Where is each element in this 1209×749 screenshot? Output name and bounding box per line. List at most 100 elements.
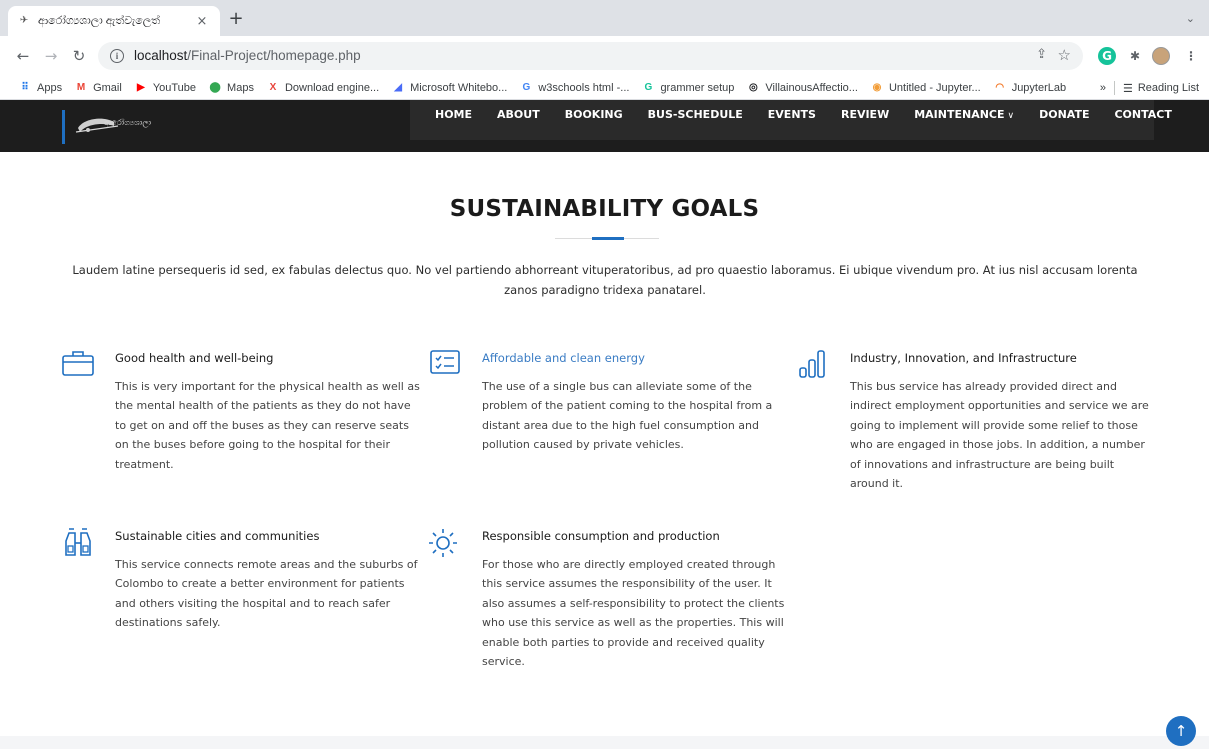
url-host: localhost	[134, 48, 188, 63]
whiteboard-icon: ◢	[394, 81, 402, 93]
goal-item: Responsible consumption and production F…	[429, 527, 789, 687]
nav-booking[interactable]: BOOKING	[565, 108, 623, 121]
browser-menu-icon[interactable]: ⋮	[1182, 47, 1200, 65]
bookmark-item[interactable]: ⬤ Maps	[208, 81, 254, 95]
gmail-icon: M	[76, 81, 86, 93]
bookmarks-overflow-button[interactable]: »	[1100, 82, 1106, 94]
bar-chart-icon	[799, 350, 825, 378]
profile-avatar[interactable]	[1152, 47, 1170, 65]
nav-contact[interactable]: CONTACT	[1114, 108, 1171, 121]
x-icon: X	[269, 81, 277, 93]
goal-item: Industry, Innovation, and Infrastructure…	[797, 349, 1157, 509]
reading-list-label[interactable]: Reading List	[1138, 82, 1199, 94]
bookmark-label: VillainousAffectio...	[765, 81, 858, 94]
nav-label: BOOKING	[564, 108, 623, 121]
site-header: ආරෝග්‍යශාලා HOME ABOUT BOOKING BUS-SCHEDULE…	[0, 100, 1209, 152]
goal-description: The use of a single bus can alleviate so…	[482, 380, 773, 452]
bookmark-item[interactable]: X Download engine...	[266, 81, 380, 95]
nav-donate[interactable]: DONATE	[1039, 108, 1089, 121]
bookmarks-separator	[1113, 81, 1115, 95]
logo-accent-bar	[62, 110, 65, 144]
section-title: SUSTAINABILITY GOALS	[449, 196, 760, 222]
bookmark-label: JupyterLab	[1011, 81, 1067, 94]
main-nav: HOME ABOUT BOOKING BUS-SCHEDULE EVENTS REVIEW…	[410, 108, 1172, 121]
goal-title: Industry, Innovation, and Infrastructure	[850, 351, 1077, 365]
nav-label: DONATE	[1039, 108, 1090, 121]
maps-pin-icon: ⬤	[209, 81, 221, 93]
goal-title[interactable]: Affordable and clean energy	[482, 351, 645, 365]
back-arrow-icon[interactable]: ←	[14, 47, 32, 65]
bookmark-item[interactable]: ◢ Microsoft Whitebo...	[391, 81, 507, 95]
bookmark-label: Gmail	[93, 81, 122, 94]
nav-label: EVENTS	[767, 108, 816, 121]
goal-description: For those who are directly employed crea…	[482, 558, 785, 669]
nav-label: MAINTENANCE	[914, 108, 1005, 121]
bookmark-label: YouTube	[152, 81, 197, 94]
grammarly-extension-icon[interactable]: G	[1098, 47, 1116, 65]
tab-title: ආරෝග්‍යශාලා ඇත්වැලෙත්	[38, 14, 161, 27]
bookmark-item[interactable]: ⠿ Apps	[18, 81, 62, 95]
bookmarks-right: » ☰ Reading List	[1100, 81, 1199, 95]
bookmark-label: Microsoft Whitebo...	[410, 81, 508, 94]
goal-description: This is very important for the physical …	[115, 380, 420, 471]
bookmark-item[interactable]: Gw3schools html -...	[519, 81, 629, 95]
binoculars-icon	[65, 528, 91, 556]
nav-events[interactable]: EVENTS	[768, 108, 816, 121]
reload-icon[interactable]: ↻	[70, 47, 88, 65]
tab-close-icon[interactable]: ×	[194, 14, 210, 29]
goal-title: Sustainable cities and communities	[115, 529, 320, 543]
goal-item: Sustainable cities and communities This …	[62, 527, 422, 647]
back-to-top-button[interactable]: ↑	[1166, 716, 1196, 746]
title-accent-line	[592, 237, 624, 240]
bookmarks-bar: ⠿ Apps M Gmail ▶ YouTube ⬤ Maps X Download engine…	[0, 76, 1209, 100]
nav-label: CONTACT	[1114, 108, 1172, 121]
section-intro: Laudem latine persequeris id sed, ex fab…	[72, 263, 1138, 297]
bookmark-label: Maps	[227, 81, 254, 94]
bookmark-item[interactable]: ▶ YouTube	[134, 81, 196, 95]
site-favicon-icon: ✈	[19, 15, 29, 26]
sun-icon	[429, 529, 457, 557]
address-bar[interactable]: i localhost/Final-Project/homepage.php ⇪…	[98, 42, 1083, 70]
bookmark-label: Apps	[37, 81, 63, 94]
jupyter-icon: ◉	[872, 81, 882, 93]
site-info-icon[interactable]: i	[110, 49, 124, 63]
bookmark-item[interactable]: ◠ JupyterLab	[993, 81, 1066, 95]
youtube-icon: ▶	[136, 81, 145, 93]
replit-icon: ◎	[749, 81, 758, 93]
chevron-down-icon: ∨	[1007, 111, 1015, 121]
reading-list-icon[interactable]: ☰	[1123, 82, 1133, 95]
nav-home[interactable]: HOME	[435, 108, 472, 121]
site-logo[interactable]: ආරෝග්‍යශාලා	[74, 112, 174, 140]
nav-review[interactable]: REVIEW	[841, 108, 889, 121]
goal-item: Good health and well-being This is very …	[62, 349, 422, 489]
grammarly-icon: G	[644, 81, 653, 93]
main-nav-container: HOME ABOUT BOOKING BUS-SCHEDULE EVENTS REVIEW…	[410, 100, 1172, 140]
url-text[interactable]: localhost/Final-Project/homepage.php	[134, 48, 361, 63]
bookmark-star-icon[interactable]: ☆	[1058, 46, 1071, 64]
browser-tab[interactable]: ✈ ආරෝග්‍යශාලා ඇත්වැලෙත් ×	[8, 6, 220, 36]
nav-bus-schedule[interactable]: BUS-SCHEDULE	[648, 108, 743, 121]
briefcase-icon	[62, 351, 94, 376]
goal-title: Responsible consumption and production	[482, 529, 720, 543]
goal-title: Good health and well-being	[115, 351, 274, 365]
bookmark-item[interactable]: ◉ Untitled - Jupyter...	[870, 81, 981, 95]
bookmark-item[interactable]: ◎ VillainousAffectio...	[746, 81, 858, 95]
arrow-up-icon: ↑	[1174, 722, 1188, 740]
bookmark-item[interactable]: M Gmail	[74, 81, 122, 95]
tab-search-chevron-icon[interactable]: ⌄	[1186, 12, 1195, 25]
forward-arrow-icon[interactable]: →	[42, 47, 60, 65]
checklist-icon	[430, 350, 460, 374]
nav-maintenance[interactable]: MAINTENANCE ∨	[914, 108, 1014, 121]
footer-strip	[0, 736, 1209, 749]
url-path: /Final-Project/homepage.php	[187, 48, 361, 63]
extensions-puzzle-icon[interactable]: ✱	[1126, 47, 1144, 65]
new-tab-button[interactable]: +	[226, 9, 246, 29]
bookmark-item[interactable]: Ggrammer setup	[641, 81, 735, 95]
logo-text: ආරෝග්‍යශාලා	[104, 118, 152, 127]
browser-tab-strip: ✈ ආරෝග්‍යශාලා ඇත්වැලෙත් × + ⌄	[0, 0, 1209, 36]
bookmark-label: Untitled - Jupyter...	[888, 81, 981, 94]
nav-about[interactable]: ABOUT	[497, 108, 540, 121]
share-icon[interactable]: ⇪	[1036, 47, 1047, 62]
goal-description: This bus service has already provided di…	[850, 380, 1149, 491]
jupyterlab-icon: ◠	[995, 81, 1005, 93]
